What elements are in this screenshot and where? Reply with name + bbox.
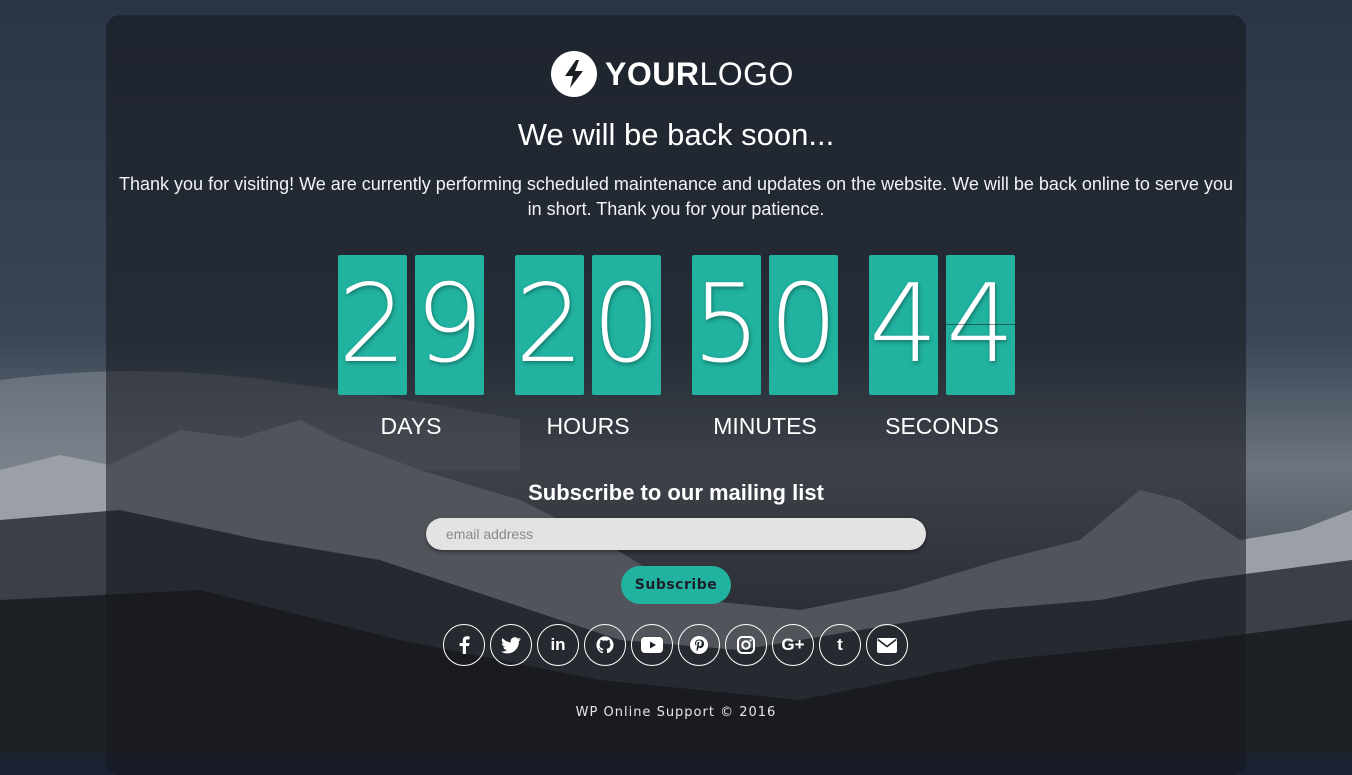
minutes-digit-1: 5 [692, 255, 761, 395]
logo-text-light: LOGO [699, 56, 794, 92]
days-digit-2: 9 [415, 255, 484, 395]
seconds-digit-2: 4 [946, 255, 1015, 395]
page-title: We will be back soon... [517, 117, 835, 152]
logo-text-bold: YOUR [605, 56, 700, 92]
days-label: DAYS [380, 413, 442, 439]
email-input[interactable] [426, 518, 926, 550]
minutes-label: MINUTES [713, 413, 817, 439]
email-icon[interactable] [866, 624, 908, 666]
google-plus-text: G+ [781, 635, 805, 654]
linkedin-text: in [550, 635, 566, 654]
hours-label: HOURS [546, 413, 630, 439]
tumblr-icon[interactable]: t [819, 624, 861, 666]
google-plus-icon[interactable]: G+ [772, 624, 814, 666]
lightning-icon [551, 51, 597, 97]
subscribe-button[interactable]: Subscribe [621, 566, 731, 604]
minutes-digit-2: 0 [769, 255, 838, 395]
twitter-icon[interactable] [490, 624, 532, 666]
youtube-icon[interactable] [631, 624, 673, 666]
seconds-digit-1: 4 [869, 255, 938, 395]
hours-digit-2: 0 [592, 255, 661, 395]
pinterest-icon[interactable] [678, 624, 720, 666]
linkedin-icon[interactable]: in [537, 624, 579, 666]
days-digit-1: 2 [338, 255, 407, 395]
footer-copyright: WP Online Support © 2016 [575, 705, 777, 720]
facebook-icon[interactable] [443, 624, 485, 666]
subscribe-title: Subscribe to our mailing list [528, 480, 824, 505]
seconds-label: SECONDS [885, 413, 999, 439]
instagram-icon[interactable] [725, 624, 767, 666]
tumblr-text: t [837, 635, 843, 654]
logo: YOURLOGO [551, 50, 794, 98]
logo-text: YOURLOGO [605, 50, 794, 98]
hours-digit-1: 2 [515, 255, 584, 395]
maintenance-message: Thank you for visiting! We are currently… [119, 174, 1233, 219]
github-icon[interactable] [584, 624, 626, 666]
